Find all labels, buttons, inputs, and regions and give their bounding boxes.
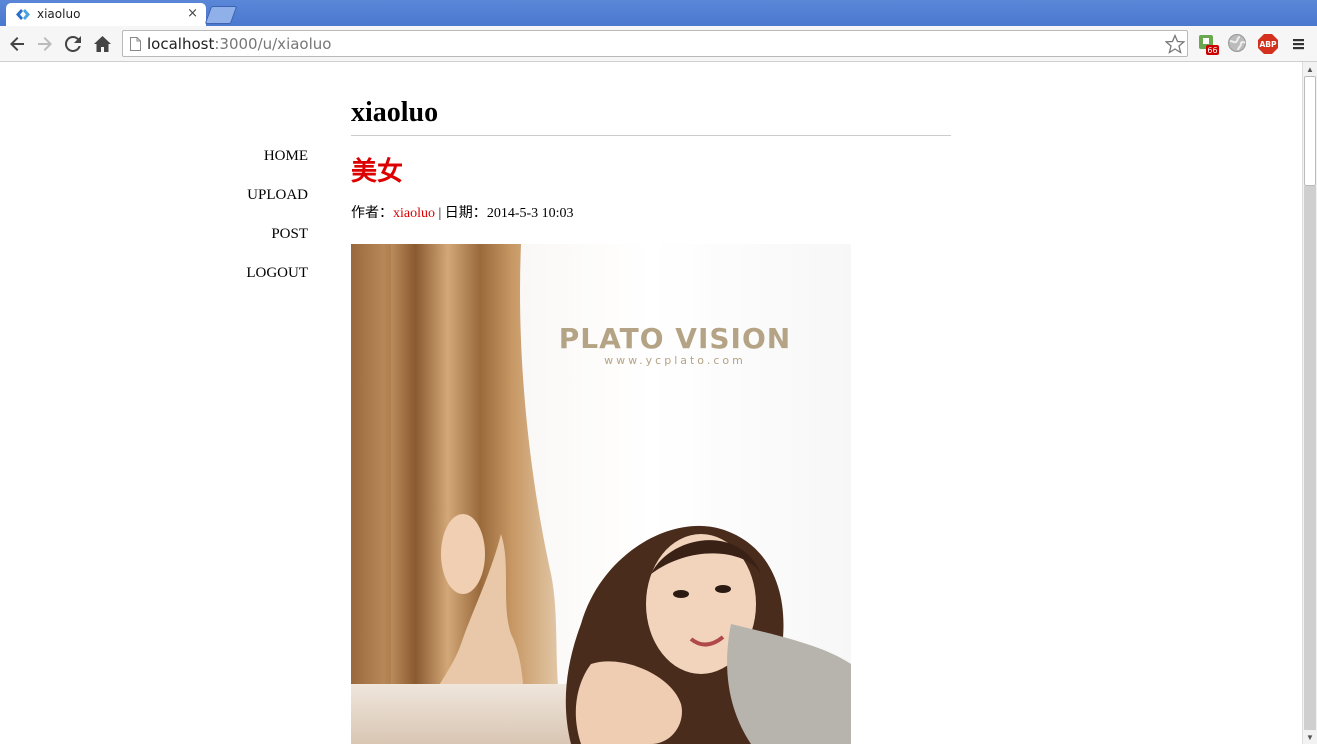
page-title: xiaoluo — [351, 97, 439, 128]
tab-close-icon[interactable]: × — [187, 6, 198, 21]
author-link[interactable]: xiaoluo — [393, 206, 435, 221]
post-image: PLATO VISION www.ycplato.com — [351, 244, 851, 744]
meta-author-prefix: 作者： — [351, 206, 393, 221]
new-tab-button[interactable] — [204, 6, 238, 24]
tab-strip: xiaoluo × — [0, 0, 1317, 26]
page-icon — [130, 37, 141, 51]
title-divider — [351, 135, 951, 136]
adblock-button[interactable]: ABP — [1257, 33, 1279, 55]
nav-logout-link[interactable]: LOGOUT — [200, 263, 308, 302]
main-content: xiaoluo 美女 作者：xiaoluo | 日期：2014-5-3 10:0… — [351, 96, 951, 222]
adblock-label: ABP — [1259, 40, 1277, 49]
hamburger-menu-icon — [1293, 39, 1304, 50]
post-title-link[interactable]: 美女 — [351, 156, 951, 188]
scroll-down-arrow-icon[interactable]: ▼ — [1303, 730, 1317, 744]
post-meta: 作者：xiaoluo | 日期：2014-5-3 10:03 — [351, 202, 951, 222]
reload-icon — [65, 36, 81, 52]
nav-upload-link[interactable]: UPLOAD — [200, 185, 308, 224]
home-icon — [93, 36, 111, 52]
forward-arrow-icon — [38, 37, 52, 51]
meta-date-prefix: | 日期： — [435, 206, 487, 221]
back-button[interactable] — [6, 33, 28, 55]
url-host: localhost — [147, 35, 215, 53]
reload-button[interactable] — [62, 33, 84, 55]
url-path: :3000/u/xiaoluo — [214, 35, 332, 53]
site-favicon-icon — [16, 9, 30, 20]
scrollbar-track[interactable] — [1304, 186, 1316, 730]
bookmark-star-icon[interactable] — [1165, 34, 1185, 54]
vertical-scrollbar[interactable]: ▲ ▼ — [1302, 62, 1317, 744]
menu-button[interactable] — [1290, 33, 1312, 55]
nav-post-link[interactable]: POST — [200, 224, 308, 263]
post-date: 2014-5-3 10:03 — [486, 206, 574, 221]
globe-extension-button[interactable] — [1227, 33, 1249, 55]
url-text: localhost:3000/u/xiaoluo — [147, 35, 331, 53]
extension-feed-button[interactable]: 66 — [1197, 33, 1219, 55]
post-photo-illustration: PLATO VISION www.ycplato.com — [351, 244, 851, 744]
extension-icon: 66 — [1199, 35, 1219, 55]
globe-icon — [1228, 34, 1246, 52]
home-button[interactable] — [91, 33, 113, 55]
photo-logo-sub: www.ycplato.com — [604, 354, 746, 367]
forward-button[interactable] — [34, 33, 56, 55]
scrollbar-thumb[interactable] — [1304, 76, 1316, 186]
adblock-icon: ABP — [1258, 34, 1278, 54]
tab-title: xiaoluo — [37, 7, 81, 21]
nav-home-link[interactable]: HOME — [200, 146, 308, 185]
photo-logo: PLATO VISION — [559, 322, 791, 355]
back-arrow-icon — [10, 37, 24, 51]
extension-badge: 66 — [1207, 46, 1217, 55]
browser-tab[interactable]: xiaoluo × — [6, 3, 206, 26]
scroll-up-arrow-icon[interactable]: ▲ — [1303, 62, 1317, 76]
side-nav: HOME UPLOAD POST LOGOUT — [200, 146, 308, 302]
browser-toolbar: localhost:3000/u/xiaoluo 66 ABP — [0, 26, 1317, 62]
address-bar[interactable]: localhost:3000/u/xiaoluo — [122, 30, 1188, 57]
